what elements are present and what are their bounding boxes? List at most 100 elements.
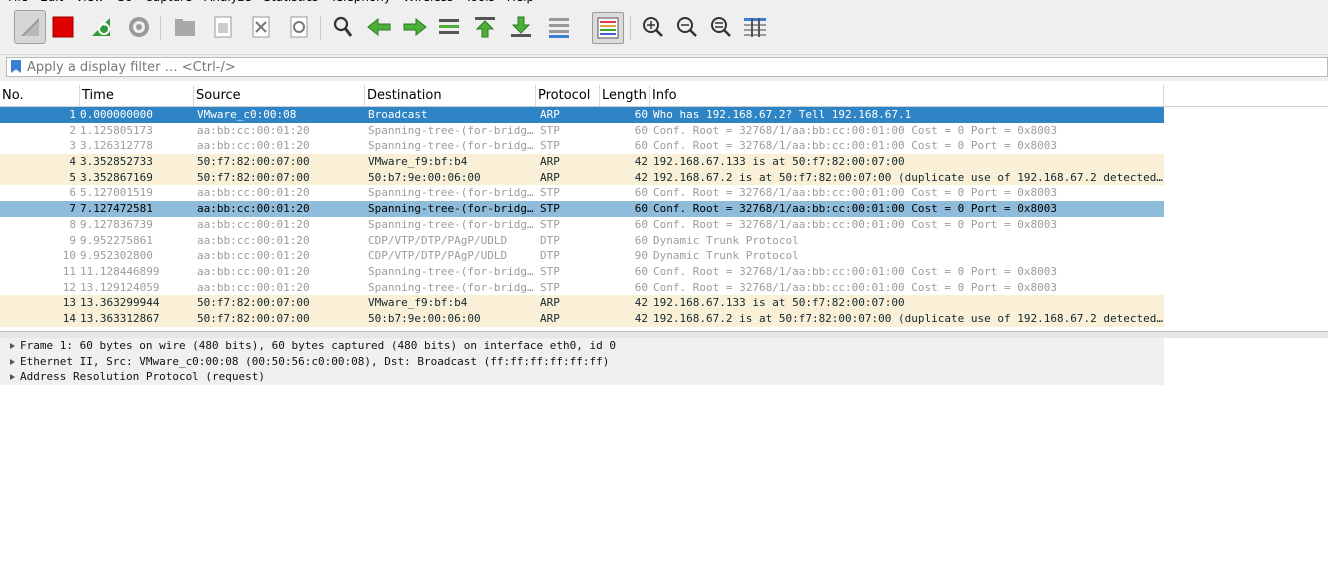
go-forward-icon[interactable]: [400, 12, 430, 42]
packet-cell-dst: 50:b7:9e:00:06:00: [368, 311, 481, 325]
packet-row[interactable]: 10 9.952302800 aa:bb:cc:00:01:20 CDP/VTP/DT…: [0, 248, 1164, 264]
packet-cell-len: 60: [600, 327, 648, 330]
reload-file-icon[interactable]: [284, 12, 314, 42]
column-header-protocol[interactable]: Protocol: [536, 85, 600, 106]
packet-cell-no: 15: [0, 327, 76, 330]
packet-row[interactable]: 6 5.127001519 aa:bb:cc:00:01:20 Spanning-tr…: [0, 185, 1164, 202]
zoom-in-icon[interactable]: [638, 12, 668, 42]
packet-cell-time: 9.952275861: [80, 233, 153, 247]
packet-row[interactable]: 12 13.129124059 aa:bb:cc:00:01:20 Spanning-…: [0, 279, 1164, 296]
packet-cell-time: 9.952302800: [80, 249, 153, 263]
packet-cell-proto: STP: [540, 217, 560, 231]
packet-cell-no: 6: [69, 186, 76, 200]
packet-row[interactable]: 8 9.127836739 aa:bb:cc:00:01:20 Spanning-tr…: [0, 216, 1164, 233]
packet-cell-dst: Spanning-tree-(for-bridges)_00: [368, 217, 536, 231]
packet-cell-proto: DTP: [540, 249, 560, 263]
column-header-no[interactable]: No.: [0, 85, 80, 106]
packet-list[interactable]: No. Time Source Destination Protocol Len…: [0, 85, 1328, 330]
packet-cell-len: 60: [634, 217, 648, 231]
packet-cell-info: 192.168.67.133 is at 50:f7:82:00:07:00: [653, 296, 905, 310]
packet-cell-info: Dynamic Trunk Protocol: [653, 233, 799, 247]
go-to-packet-icon[interactable]: [434, 12, 464, 42]
column-header-info[interactable]: Info: [650, 85, 1164, 106]
main-toolbar: [0, 4, 1328, 55]
packet-row[interactable]: 9 9.952275861 aa:bb:cc:00:01:20 CDP/VTP/DTP…: [0, 232, 1164, 249]
detail-tree-label: Ethernet II, Src: VMware_c0:00:08 (00:50…: [20, 354, 610, 368]
packet-cell-no: 9: [69, 233, 76, 247]
packet-cell-dst: Spanning-tree-(for-bridges)_00: [368, 186, 536, 200]
packet-row[interactable]: 2 1.125805173 aa:bb:cc:00:01:20 Spanning-tr…: [0, 122, 1164, 139]
packet-cell-info: Conf. Root = 32768/1/aa:bb:cc:00:01:00 C…: [653, 123, 1057, 137]
packet-cell-src: 50:f7:82:00:07:00: [197, 155, 310, 169]
packet-cell-dst: CDP/VTP/DTP/PAgP/UDLD: [368, 233, 508, 247]
stop-icon[interactable]: [48, 12, 78, 42]
normal-size-icon[interactable]: [706, 12, 736, 42]
detail-tree-item[interactable]: Frame 1: 60 bytes on wire (480 bits), 60…: [0, 338, 1164, 354]
packet-cell-src: aa:bb:cc:00:01:20: [197, 327, 365, 330]
save-file-icon[interactable]: [208, 12, 238, 42]
detail-tree-item[interactable]: Address Resolution Protocol (request): [0, 369, 1164, 385]
packet-cell-no: 13: [62, 296, 76, 310]
capture-options-icon[interactable]: [124, 12, 154, 42]
expand-arrow-icon[interactable]: [10, 358, 15, 365]
column-header-source[interactable]: Source: [194, 85, 365, 106]
go-last-icon[interactable]: [506, 12, 536, 42]
packet-cell-src: aa:bb:cc:00:01:20: [197, 264, 310, 278]
packet-cell-len: 60: [634, 186, 648, 200]
packet-cell-info: Conf. Root = 32768/1/aa:bb:cc:00:01:00 C…: [653, 139, 1057, 153]
packet-cell-len: 60: [634, 139, 648, 153]
packet-cell-src: aa:bb:cc:00:01:20: [197, 233, 310, 247]
detail-tree-item[interactable]: Ethernet II, Src: VMware_c0:00:08 (00:50…: [0, 353, 1164, 369]
go-first-icon[interactable]: [470, 12, 500, 42]
packet-cell-len: 42: [634, 155, 648, 169]
find-packet-icon[interactable]: [328, 12, 358, 42]
expand-arrow-icon[interactable]: [10, 343, 15, 349]
packet-cell-src: 50:f7:82:00:07:00: [197, 296, 310, 310]
packet-cell-dst: Spanning-tree-(for-bridges)_00: [368, 327, 536, 330]
packet-cell-len: 60: [634, 280, 648, 294]
packet-cell-src: aa:bb:cc:00:01:20: [197, 202, 310, 216]
packet-cell-time: 5.127001519: [80, 186, 153, 200]
zoom-out-icon[interactable]: [672, 12, 702, 42]
packet-cell-len: 90: [634, 249, 648, 263]
autoscroll-icon[interactable]: [544, 12, 574, 42]
packet-cell-proto: STP: [540, 327, 600, 330]
packet-cell-no: 7: [69, 202, 76, 216]
packet-cell-no: 4: [69, 155, 76, 169]
open-file-icon[interactable]: [170, 12, 200, 42]
packet-cell-time: 3.126312778: [80, 139, 153, 153]
packet-cell-src: aa:bb:cc:00:01:20: [197, 123, 310, 137]
packet-cell-no: 10: [62, 249, 76, 263]
packet-row[interactable]: 5 3.352867169 50:f7:82:00:07:00 50:b7:9e:00…: [0, 169, 1164, 186]
bookmark-icon[interactable]: [11, 60, 21, 73]
packet-cell-no: 14: [62, 311, 76, 325]
packet-row[interactable]: 1 0.000000000 VMware_c0:00:08 Broadcast ARP 6…: [0, 107, 1164, 123]
packet-cell-proto: STP: [540, 264, 560, 278]
go-back-icon[interactable]: [364, 12, 394, 42]
packet-cell-src: aa:bb:cc:00:01:20: [197, 139, 310, 153]
column-header-length[interactable]: Length: [600, 85, 650, 106]
expand-arrow-icon[interactable]: [10, 374, 15, 380]
column-header-time[interactable]: Time: [80, 85, 194, 106]
packet-cell-time: 1.125805173: [80, 123, 153, 137]
packet-cell-proto: STP: [540, 186, 560, 200]
packet-row[interactable]: 3 3.126312778 aa:bb:cc:00:01:20 Spanning-tr…: [0, 138, 1164, 155]
packet-cell-proto: DTP: [540, 233, 560, 247]
packet-row[interactable]: 13 13.363299944 50:f7:82:00:07:00 VMware_f9…: [0, 295, 1164, 311]
colorize-icon[interactable]: [592, 12, 624, 44]
packet-row[interactable]: 15 15.129551247 aa:bb:cc:00:01:20Spanning-…: [0, 326, 1164, 330]
pane-splitter[interactable]: [0, 331, 1328, 338]
packet-cell-info: Conf. Root = 32768/1/aa:bb:cc:00:01:00 C…: [653, 327, 1164, 330]
packet-row[interactable]: 4 3.352852733 50:f7:82:00:07:00 VMware_f9:b…: [0, 154, 1164, 170]
packet-cell-time: 7.127472581: [80, 202, 153, 216]
packet-row[interactable]: 7 7.127472581 aa:bb:cc:00:01:20 Spanning-tr…: [0, 201, 1164, 217]
shark-fin-icon[interactable]: [14, 10, 46, 44]
display-filter-input[interactable]: [27, 58, 1317, 76]
column-header-destination[interactable]: Destination: [365, 85, 536, 106]
packet-cell-info: Conf. Root = 32768/1/aa:bb:cc:00:01:00 C…: [653, 264, 1057, 278]
close-file-icon[interactable]: [246, 12, 276, 42]
restart-capture-icon[interactable]: [86, 12, 116, 42]
packet-row[interactable]: 14 13.363312867 50:f7:82:00:07:00 50:b7:9e:…: [0, 310, 1164, 327]
packet-row[interactable]: 11 11.128446899 aa:bb:cc:00:01:20 Spanning-…: [0, 263, 1164, 280]
resize-columns-icon[interactable]: [740, 12, 770, 42]
